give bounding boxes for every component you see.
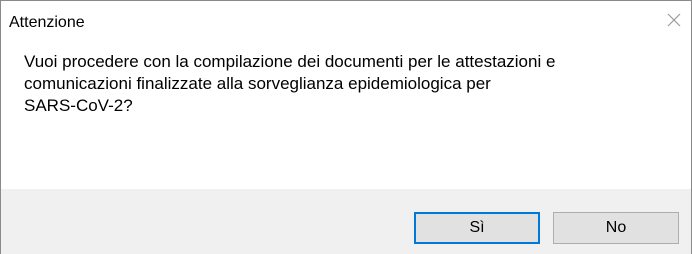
button-bar: Sì No [1,189,691,254]
dialog-title: Attenzione [9,14,85,31]
title-bar: Attenzione [1,1,691,39]
no-button[interactable]: No [553,212,679,244]
close-button[interactable] [655,1,691,39]
message-dialog: Attenzione Vuoi procedere con la compila… [0,0,692,254]
close-icon [667,13,681,27]
dialog-message: Vuoi procedere con la compilazione dei d… [24,52,556,115]
yes-button[interactable]: Sì [414,212,540,244]
